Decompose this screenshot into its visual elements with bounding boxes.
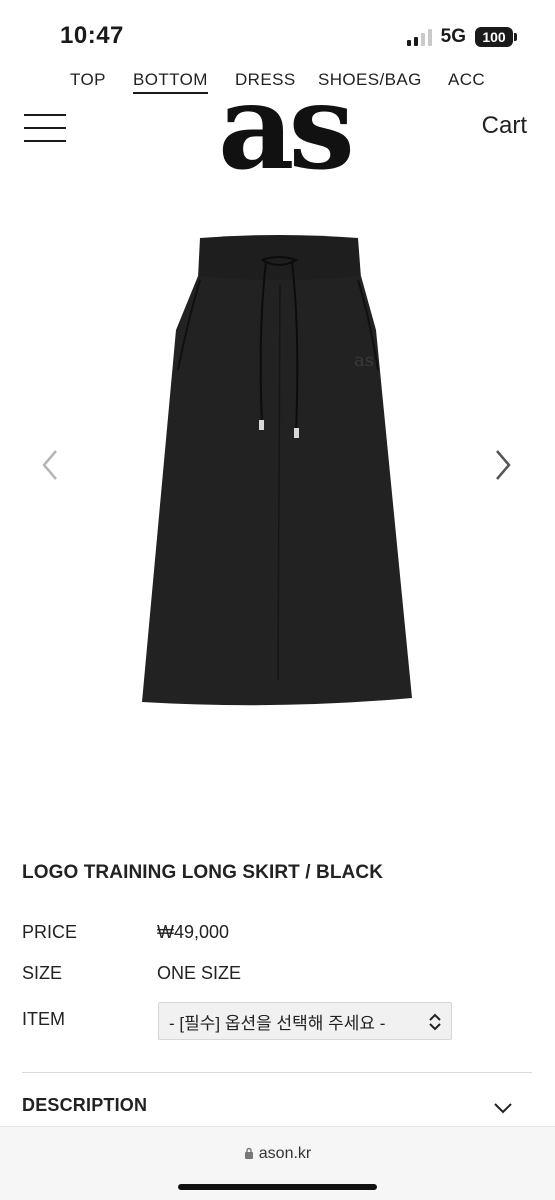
- status-indicators: 5G 100: [406, 26, 517, 48]
- category-acc[interactable]: ACC: [448, 70, 485, 90]
- network-type: 5G: [440, 26, 466, 47]
- cellular-signal-icon: [406, 28, 432, 46]
- hamburger-menu-icon[interactable]: [24, 112, 66, 144]
- price-value: ₩49,000: [157, 922, 230, 942]
- size-row: SIZE ONE SIZE: [22, 963, 522, 993]
- cart-link[interactable]: Cart: [482, 112, 527, 140]
- price-row: PRICE ₩49,000: [22, 922, 522, 952]
- address-bar[interactable]: ason.kr: [0, 1145, 555, 1163]
- divider: [22, 1072, 532, 1073]
- price-label: PRICE: [22, 922, 78, 942]
- chevron-down-icon: [494, 1103, 512, 1114]
- battery-icon: 100: [475, 27, 517, 47]
- category-bottom[interactable]: BOTTOM: [133, 70, 208, 94]
- battery-level: 100: [475, 27, 513, 47]
- next-image-icon[interactable]: [487, 447, 517, 483]
- home-indicator[interactable]: [178, 1184, 377, 1190]
- product-title: LOGO TRAINING LONG SKIRT / BLACK: [22, 862, 384, 883]
- select-updown-icon: [429, 1013, 441, 1031]
- option-select[interactable]: - [필수] 옵션을 선택해 주세요 -: [158, 1002, 452, 1040]
- size-label: SIZE: [22, 963, 63, 983]
- previous-image-icon[interactable]: [36, 447, 66, 483]
- size-value: ONE SIZE: [157, 963, 242, 983]
- url-text: ason.kr: [258, 1145, 312, 1162]
- item-label: ITEM: [22, 1009, 65, 1029]
- product-image[interactable]: as: [0, 210, 555, 730]
- brand-logo[interactable]: as: [218, 68, 355, 186]
- lock-icon: [244, 1147, 253, 1159]
- browser-bottom-bar: ason.kr: [0, 1126, 555, 1200]
- svg-text:as: as: [354, 350, 374, 371]
- description-label: DESCRIPTION: [22, 1095, 148, 1115]
- description-toggle[interactable]: DESCRIPTION: [22, 1095, 517, 1123]
- option-select-value: - [필수] 옵션을 선택해 주세요 -: [169, 1013, 386, 1033]
- status-bar: 10:47 5G 100: [0, 0, 555, 62]
- category-top[interactable]: TOP: [70, 70, 106, 90]
- skirt-image: as: [142, 235, 412, 706]
- status-time: 10:47: [60, 22, 124, 49]
